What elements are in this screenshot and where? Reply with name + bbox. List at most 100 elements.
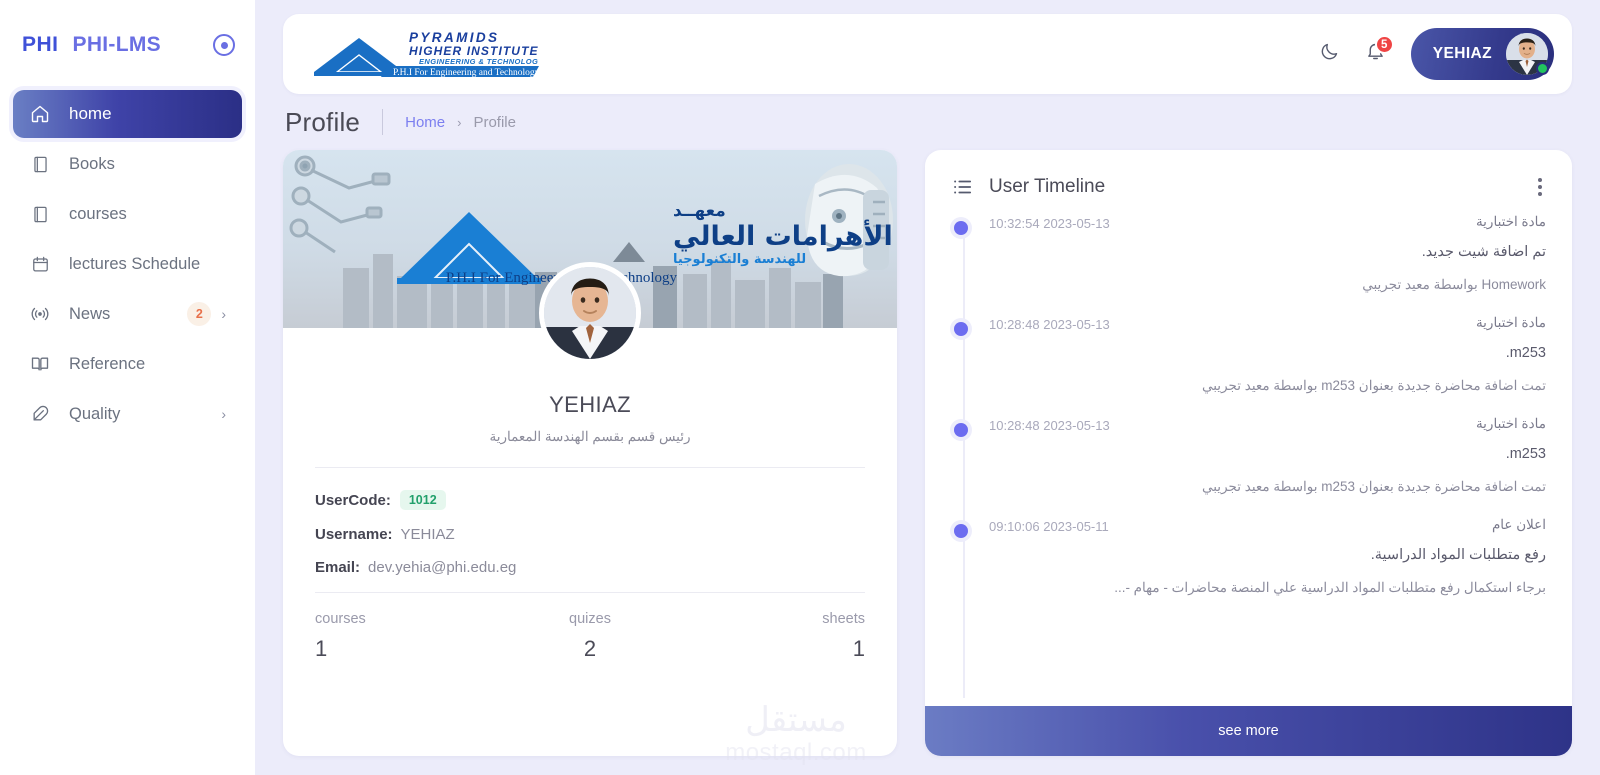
app-root: PHI PHI-LMS home Books courses lectures … bbox=[0, 0, 1600, 775]
timeline-title: User Timeline bbox=[989, 176, 1106, 197]
stat-value: 1 bbox=[315, 636, 328, 661]
topbar-actions: 5 YEHIAZ bbox=[1311, 28, 1554, 80]
sidebar-item-home[interactable]: home bbox=[13, 90, 242, 138]
profile-fields: UserCode: 1012 Username: YEHIAZ Email: d… bbox=[315, 468, 865, 576]
sidebar-item-label: lectures Schedule bbox=[69, 254, 201, 273]
sidebar-brand: PHI PHI-LMS bbox=[0, 24, 255, 66]
svg-text:PYRAMIDS: PYRAMIDS bbox=[409, 30, 499, 45]
email-value: dev.yehia@phi.edu.eg bbox=[368, 559, 517, 576]
user-name: YEHIAZ bbox=[1432, 45, 1492, 62]
sidebar-item-label: home bbox=[69, 104, 112, 123]
sidebar-item-news[interactable]: News 2 › bbox=[13, 290, 242, 338]
timeline-item[interactable]: 10:28:48 2023-05-13 مادة اختبارية m253. … bbox=[954, 416, 1546, 495]
chevron-right-icon: › bbox=[221, 306, 226, 322]
brand-name: PHI-LMS bbox=[72, 33, 161, 56]
calendar-icon bbox=[29, 253, 51, 275]
timeline-subject: m253. bbox=[1505, 446, 1546, 462]
stat-value: 2 bbox=[583, 636, 597, 661]
breadcrumb-current: Profile bbox=[473, 113, 516, 131]
svg-text:ENGINEERING & TECHNOLOGY: ENGINEERING & TECHNOLOGY bbox=[419, 57, 539, 66]
sidebar-item-label: Reference bbox=[69, 354, 146, 373]
field-username: Username: YEHIAZ bbox=[315, 526, 865, 543]
email-label: Email: bbox=[315, 559, 361, 576]
timeline-dot-icon bbox=[954, 423, 968, 437]
timeline-description: تمت اضافة محاضرة جديدة بعنوان m253 بواسط… bbox=[1201, 378, 1546, 393]
timeline-dot-icon bbox=[954, 524, 968, 538]
timeline-dot-icon bbox=[954, 221, 968, 235]
profile-avatar bbox=[539, 262, 641, 364]
usercode-label: UserCode: bbox=[315, 491, 391, 509]
timeline-item[interactable]: 10:32:54 2023-05-13 مادة اختبارية تم اضا… bbox=[954, 214, 1546, 293]
timeline-subject: m253. bbox=[1505, 345, 1546, 361]
list-icon bbox=[951, 176, 973, 198]
stat-value: 1 bbox=[852, 636, 865, 661]
username-label: Username: bbox=[315, 526, 393, 543]
sidebar-item-courses[interactable]: courses bbox=[13, 190, 242, 238]
see-more-button[interactable]: see more bbox=[925, 706, 1572, 756]
stat-courses: courses 1 bbox=[315, 611, 498, 662]
usercode-badge: 1012 bbox=[399, 490, 446, 510]
svg-text:معهــد: معهــد bbox=[673, 201, 726, 221]
sidebar-item-label: Books bbox=[69, 154, 115, 173]
breadcrumb-divider bbox=[382, 109, 384, 135]
username-value: YEHIAZ bbox=[400, 526, 455, 543]
page-title: Profile bbox=[285, 106, 361, 137]
sidebar-item-label: News bbox=[69, 304, 111, 323]
notification-count-badge: 5 bbox=[1374, 35, 1394, 54]
avatar bbox=[1506, 33, 1549, 75]
sidebar-item-quality[interactable]: Quality › bbox=[13, 390, 242, 438]
main-content: PYRAMIDS HIGHER INSTITUTE ENGINEERING & … bbox=[255, 0, 1600, 775]
sidebar-item-label: Quality bbox=[69, 404, 121, 423]
sidebar-item-lectures-schedule[interactable]: lectures Schedule bbox=[13, 240, 242, 288]
online-status-dot bbox=[1536, 62, 1549, 75]
sidebar-item-label: courses bbox=[69, 204, 127, 223]
timeline-description: Homework بواسطة معيد تجريبي bbox=[1362, 277, 1546, 292]
sidebar-item-reference[interactable]: Reference bbox=[13, 340, 242, 388]
moon-icon bbox=[1319, 41, 1340, 67]
stat-quizes: quizes 2 bbox=[498, 611, 681, 662]
timeline-header: User Timeline bbox=[925, 150, 1572, 208]
sidebar-nav: home Books courses lectures Schedule New… bbox=[0, 90, 255, 438]
user-menu-button[interactable]: YEHIAZ bbox=[1410, 28, 1554, 80]
more-vertical-icon[interactable] bbox=[1534, 174, 1546, 200]
timeline-list: 10:32:54 2023-05-13 مادة اختبارية تم اضا… bbox=[925, 208, 1572, 706]
timeline-description: تمت اضافة محاضرة جديدة بعنوان m253 بواسط… bbox=[1201, 479, 1546, 494]
profile-body: YEHIAZ رئيس قسم بقسم الهندسة المعمارية U… bbox=[283, 328, 897, 688]
user-timeline-card: User Timeline 10:32:54 2023-05-13 مادة ا… bbox=[925, 150, 1572, 756]
brand-short: PHI bbox=[22, 33, 59, 56]
chevron-right-icon: › bbox=[457, 114, 462, 130]
profile-name: YEHIAZ bbox=[549, 392, 631, 417]
topbar: PYRAMIDS HIGHER INSTITUTE ENGINEERING & … bbox=[283, 14, 1572, 94]
timeline-subject: تم اضافة شيت جديد. bbox=[1421, 244, 1546, 260]
stat-label: sheets bbox=[822, 611, 865, 627]
feather-icon bbox=[29, 403, 51, 425]
profile-role: رئيس قسم بقسم الهندسة المعمارية bbox=[489, 429, 691, 444]
book-icon bbox=[29, 153, 51, 175]
institute-logo: PYRAMIDS HIGHER INSTITUTE ENGINEERING & … bbox=[311, 28, 539, 80]
circle-dot-icon[interactable] bbox=[213, 34, 235, 56]
timeline-subject: رفع متطلبات المواد الدراسية. bbox=[1370, 547, 1546, 563]
profile-stats: courses 1 quizes 2 sheets 1 bbox=[315, 592, 865, 688]
field-usercode: UserCode: 1012 bbox=[315, 490, 865, 510]
open-book-icon bbox=[29, 353, 51, 375]
notifications-button[interactable]: 5 bbox=[1357, 35, 1395, 73]
timeline-dot-icon bbox=[954, 322, 968, 336]
field-email: Email: dev.yehia@phi.edu.eg bbox=[315, 559, 865, 576]
profile-card: معهــد الأهرامات العالي للهندسة والتكنول… bbox=[283, 150, 897, 756]
home-icon bbox=[29, 103, 51, 125]
stat-sheets: sheets 1 bbox=[682, 611, 865, 662]
timeline-item[interactable]: 09:10:06 2023-05-11 اعلان عام رفع متطلبا… bbox=[954, 517, 1546, 596]
timeline-description: برجاء استكمال رفع متطلبات المواد الدراسي… bbox=[1114, 580, 1546, 595]
stat-label: courses bbox=[315, 611, 366, 627]
svg-text:HIGHER INSTITUTE: HIGHER INSTITUTE bbox=[409, 44, 539, 58]
dark-mode-toggle[interactable] bbox=[1311, 35, 1349, 73]
sidebar-item-books[interactable]: Books bbox=[13, 140, 242, 188]
main-grid: معهــد الأهرامات العالي للهندسة والتكنول… bbox=[283, 150, 1572, 756]
timeline-item[interactable]: 10:28:48 2023-05-13 مادة اختبارية m253. … bbox=[954, 315, 1546, 394]
broadcast-icon bbox=[29, 303, 51, 325]
svg-text:للهندسة والتكنولوجيا: للهندسة والتكنولوجيا bbox=[673, 252, 806, 267]
breadcrumb: Profile Home › Profile bbox=[283, 94, 1572, 150]
sidebar: PHI PHI-LMS home Books courses lectures … bbox=[0, 0, 255, 775]
svg-text:P.H.I For Engineering and Tech: P.H.I For Engineering and Technology bbox=[393, 68, 539, 78]
breadcrumb-home-link[interactable]: Home bbox=[405, 114, 445, 131]
